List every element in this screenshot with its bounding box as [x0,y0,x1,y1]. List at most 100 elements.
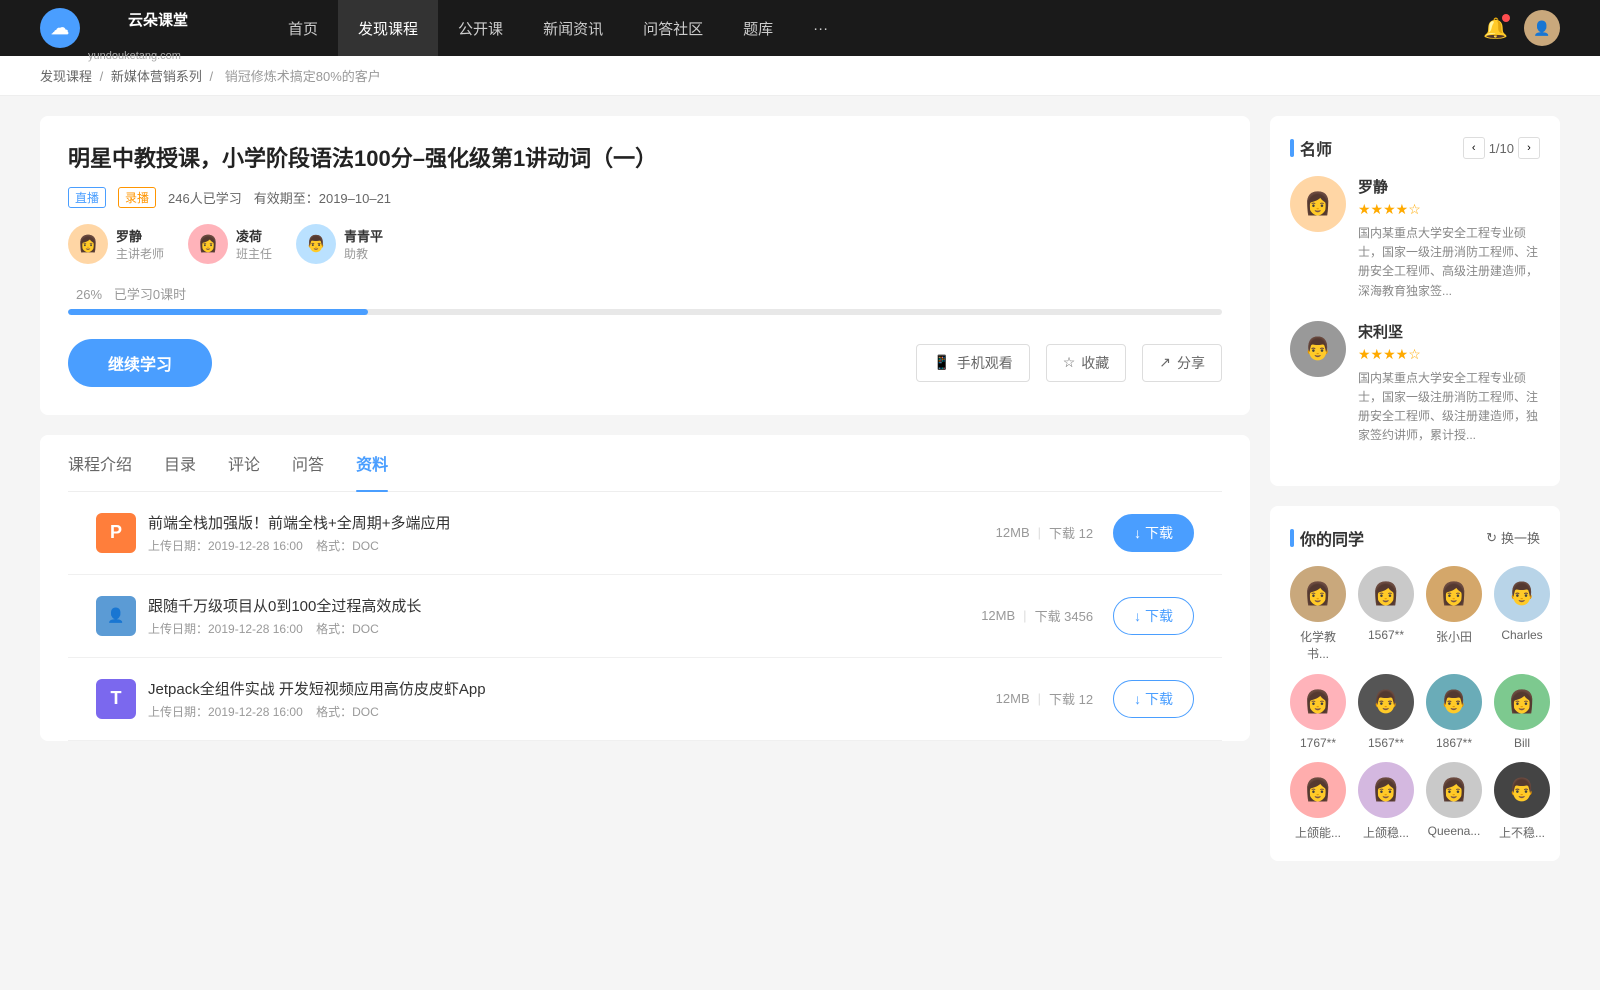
sidebar-teacher-0-avatar: 👩 [1290,176,1346,232]
resource-item-1: 👤 跟随千万级项目从0到100全过程高效成长 上传日期：2019-12-28 1… [68,575,1222,658]
teachers-list: 👩 罗静 主讲老师 👩 凌荷 班主任 👨 青青平 [68,224,1222,264]
classmate-8: 👩 上颌能... [1290,762,1346,841]
user-avatar[interactable]: 👤 [1524,10,1560,46]
sidebar-teacher-0-name: 罗静 [1358,176,1540,197]
resource-meta-0: 上传日期：2019-12-28 16:00 格式：DOC [148,537,996,554]
breadcrumb-series[interactable]: 新媒体营销系列 [111,69,202,84]
classmate-6-avatar[interactable]: 👨 [1426,674,1482,730]
resource-item-0: P 前端全栈加强版！前端全栈+全周期+多端应用 上传日期：2019-12-28 … [68,492,1222,575]
classmate-9-avatar[interactable]: 👩 [1358,762,1414,818]
classmate-2: 👩 张小田 [1426,566,1482,662]
share-icon: ↗ [1159,354,1171,371]
teachers-pagination: ‹ 1/10 › [1463,137,1540,159]
course-meta: 直播 录播 246人已学习 有效期至：2019–10–21 [68,187,1222,208]
continue-learning-button[interactable]: 继续学习 [68,339,212,387]
classmate-7-avatar[interactable]: 👩 [1494,674,1550,730]
resource-icon-0: P [96,513,136,553]
classmate-8-avatar[interactable]: 👩 [1290,762,1346,818]
classmate-0: 👩 化学教书... [1290,566,1346,662]
nav-public[interactable]: 公开课 [438,0,523,56]
sidebar-teacher-0-desc: 国内某重点大学安全工程专业硕士，国家一级注册消防工程师、注册安全工程师、高级注册… [1358,224,1540,301]
teachers-card-title: 名师 ‹ 1/10 › [1290,136,1540,160]
nav-news[interactable]: 新闻资讯 [523,0,623,56]
resource-stats-2: 12MB | 下载 12 [996,689,1093,708]
sidebar-teacher-0-stars: ★★★★☆ [1358,201,1540,218]
resource-name-2: Jetpack全组件实战 开发短视频应用高仿皮皮虾App [148,678,996,699]
course-title: 明星中教授课，小学阶段语法100分–强化级第1讲动词（一） [68,144,1222,175]
content-area: 明星中教授课，小学阶段语法100分–强化级第1讲动词（一） 直播 录播 246人… [40,116,1250,881]
resource-meta-2: 上传日期：2019-12-28 16:00 格式：DOC [148,703,996,720]
download-button-1[interactable]: ↓ 下载 [1113,597,1194,635]
classmate-7: 👩 Bill [1494,674,1550,750]
notification-badge [1502,14,1510,22]
classmates-card: 你的同学 ↻ 换一换 👩 化学教书... 👩 1567** [1270,506,1560,861]
mobile-watch-button[interactable]: 📱 手机观看 [916,344,1029,382]
classmate-6-name: 1867** [1436,736,1472,750]
tab-resource[interactable]: 资料 [356,435,388,491]
classmate-4: 👩 1767** [1290,674,1346,750]
nav-discover[interactable]: 发现课程 [338,0,438,56]
logo-sub: yundouketang.com [88,50,228,63]
classmate-10-avatar[interactable]: 👩 [1426,762,1482,818]
classmate-5-avatar[interactable]: 👨 [1358,674,1414,730]
nav-more[interactable]: ··· [793,0,848,56]
teacher-0-role: 主讲老师 [116,245,164,262]
star-icon: ☆ [1063,354,1076,371]
tab-catalog[interactable]: 目录 [164,435,196,491]
teacher-0: 👩 罗静 主讲老师 [68,224,164,264]
classmate-1-name: 1567** [1368,628,1404,642]
classmate-5-name: 1567** [1368,736,1404,750]
tag-live: 直播 [68,187,106,208]
refresh-classmates-button[interactable]: ↻ 换一换 [1486,528,1540,547]
classmate-9: 👩 上颌稳... [1358,762,1414,841]
resource-icon-2: T [96,679,136,719]
tab-review[interactable]: 评论 [228,435,260,491]
classmate-1-avatar[interactable]: 👩 [1358,566,1414,622]
breadcrumb-discover[interactable]: 发现课程 [40,69,92,84]
bell-icon[interactable]: 🔔 [1483,16,1508,41]
classmate-4-avatar[interactable]: 👩 [1290,674,1346,730]
teachers-next-button[interactable]: › [1518,137,1540,159]
classmate-6: 👨 1867** [1426,674,1482,750]
classmate-11-avatar[interactable]: 👨 [1494,762,1550,818]
actions-row: 继续学习 📱 手机观看 ☆ 收藏 ↗ 分享 [68,339,1222,387]
classmate-10: 👩 Queena... [1426,762,1482,841]
nav-qa[interactable]: 问答社区 [623,0,723,56]
classmate-4-name: 1767** [1300,736,1336,750]
students-count: 246人已学习 [168,188,242,207]
mobile-icon: 📱 [933,354,950,371]
nav-home[interactable]: 首页 [268,0,338,56]
classmate-3: 👨 Charles [1494,566,1550,662]
resource-item-2: T Jetpack全组件实战 开发短视频应用高仿皮皮虾App 上传日期：2019… [68,658,1222,741]
logo[interactable]: ☁ 云朵课堂 yundouketang.com [40,0,228,64]
classmate-0-avatar[interactable]: 👩 [1290,566,1346,622]
download-button-2[interactable]: ↓ 下载 [1113,680,1194,718]
resource-name-1: 跟随千万级项目从0到100全过程高效成长 [148,595,981,616]
share-button[interactable]: ↗ 分享 [1142,344,1222,382]
resource-stats-0: 12MB | 下载 12 [996,523,1093,542]
main-layout: 明星中教授课，小学阶段语法100分–强化级第1讲动词（一） 直播 录播 246人… [0,96,1600,901]
expire-date: 有效期至：2019–10–21 [254,188,391,207]
classmate-1: 👩 1567** [1358,566,1414,662]
teachers-prev-button[interactable]: ‹ [1463,137,1485,159]
download-button-0[interactable]: ↓ 下载 [1113,514,1194,552]
sidebar: 名师 ‹ 1/10 › 👩 罗静 ★★★★☆ 国内某重点大学安全工程专业硕士，国… [1270,116,1560,881]
teacher-1-avatar: 👩 [188,224,228,264]
nav-quiz[interactable]: 题库 [723,0,793,56]
classmate-3-avatar[interactable]: 👨 [1494,566,1550,622]
tab-qa[interactable]: 问答 [292,435,324,491]
header: ☁ 云朵课堂 yundouketang.com 首页 发现课程 公开课 新闻资讯… [0,0,1600,56]
tag-recorded: 录播 [118,187,156,208]
classmate-3-name: Charles [1501,628,1542,642]
classmate-11-name: 上不稳... [1499,824,1545,841]
classmate-0-name: 化学教书... [1290,628,1346,662]
sidebar-teacher-1: 👨 宋利坚 ★★★★☆ 国内某重点大学安全工程专业硕士，国家一级注册消防工程师、… [1290,321,1540,446]
teacher-2-role: 助教 [344,245,383,262]
course-tabs: 课程介绍 目录 评论 问答 资料 [68,435,1222,492]
teacher-1: 👩 凌荷 班主任 [188,224,272,264]
classmate-2-avatar[interactable]: 👩 [1426,566,1482,622]
collect-button[interactable]: ☆ 收藏 [1046,344,1127,382]
classmates-grid: 👩 化学教书... 👩 1567** 👩 张小田 👨 Charles 👩 [1290,566,1540,841]
tab-intro[interactable]: 课程介绍 [68,435,132,491]
teacher-2-avatar: 👨 [296,224,336,264]
